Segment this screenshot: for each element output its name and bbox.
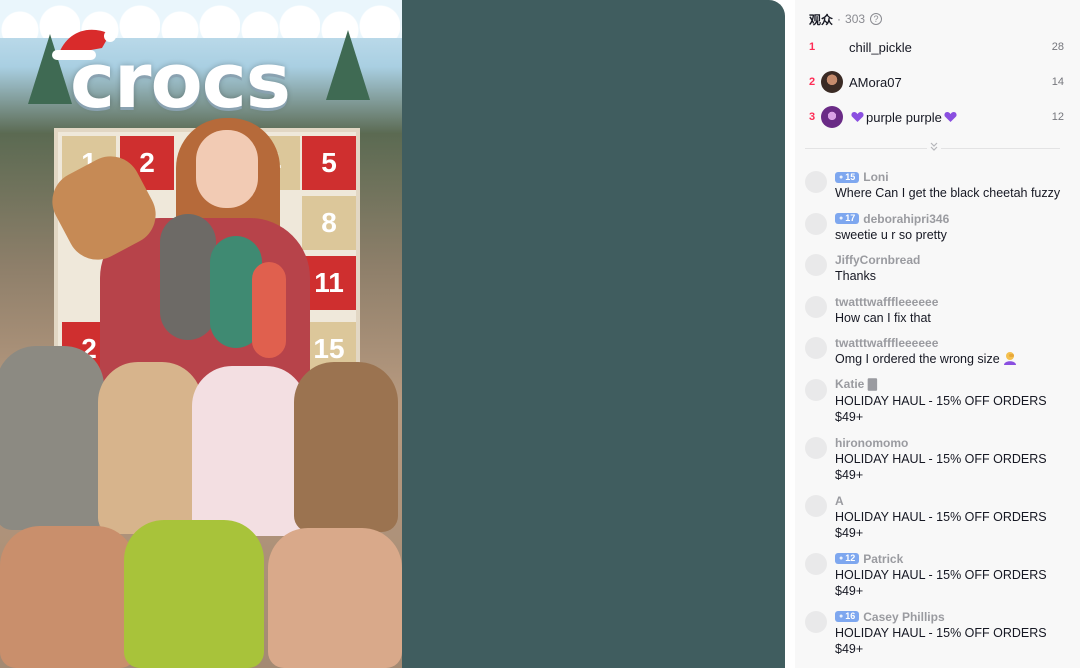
streamer-face [196, 130, 258, 208]
chat-text: sweetie u r so pretty [835, 227, 947, 242]
chat-message[interactable]: hironomomo HOLIDAY HAUL - 15% OFF ORDERS… [805, 436, 1070, 484]
rank-number: 3 [809, 111, 816, 123]
chat-username[interactable]: A [835, 494, 844, 508]
slipper-gray [160, 214, 216, 340]
person-facepalm-emoji [1004, 352, 1017, 365]
chat-message[interactable]: A HOLIDAY HAUL - 15% OFF ORDERS $49+ [805, 494, 1070, 542]
side-panel: 观众 · 303 ? 1 chill_pickle 28 2 AMora07 1… [795, 0, 1080, 668]
chat-text: How can I fix that [835, 310, 931, 325]
avatar[interactable] [821, 106, 843, 128]
level-badge: ● 15 [835, 171, 860, 183]
avatar[interactable] [805, 171, 827, 193]
avatar[interactable] [805, 552, 827, 575]
chat-text: HOLIDAY HAUL - 15% OFF ORDERS $49+ [835, 451, 1047, 483]
viewer-title: 观众 [809, 12, 834, 27]
clog-tan-fuzzy [98, 362, 202, 534]
gifter-name: AMora07 [849, 74, 902, 90]
gifter-score: 28 [1051, 41, 1064, 53]
chat-username[interactable]: twatttwafffleeeeee [835, 336, 938, 350]
chat-message[interactable]: twatttwafffleeeeee How can I fix that [805, 295, 1070, 327]
rank-number: 2 [809, 76, 816, 88]
avatar[interactable] [821, 71, 843, 93]
gifter-score: 12 [1051, 111, 1064, 123]
fan-level-icon: ● [839, 613, 844, 620]
fan-level-icon: ● [839, 215, 844, 222]
chat-message[interactable]: ● 17 deborahipri346 sweetie u r so pretty [805, 212, 1070, 244]
live-video[interactable]: 1 2 4 5 8 11 2 15 [0, 0, 402, 668]
chat-list: ● 15 Loni Where Can I get the black cheet… [805, 170, 1070, 668]
gifter-name-wrap: purple purple [849, 110, 1052, 125]
top-gifter-row[interactable]: 2 AMora07 14 [809, 68, 1064, 96]
chat-username[interactable]: hironomomo [835, 436, 908, 450]
avatar[interactable] [821, 36, 843, 58]
live-stage[interactable]: 1 2 4 5 8 11 2 15 [0, 0, 785, 668]
advent-box: 8 [302, 196, 356, 250]
avatar[interactable] [805, 610, 827, 633]
avatar[interactable] [805, 254, 827, 276]
top-gifter-row[interactable]: 3 purple purple 12 [809, 103, 1064, 131]
chat-message[interactable]: ● 16 Casey Phillips HOLIDAY HAUL - 15% OF… [805, 610, 1070, 658]
chat-text: HOLIDAY HAUL - 15% OFF ORDERS $49+ [835, 509, 1047, 541]
brand-logo: crocs [70, 36, 291, 125]
viewer-count: 303 [845, 12, 866, 26]
level-badge: ● 17 [835, 213, 860, 224]
clog-pink-fuzzy [192, 366, 306, 536]
chat-message[interactable]: twatttwafffleeeeee Omg I ordered the wro… [805, 336, 1070, 368]
slipper-coral [252, 262, 286, 358]
gifter-score: 14 [1051, 76, 1064, 88]
viewer-header: 观众 · 303 ? [809, 11, 883, 27]
chat-text: Thanks [835, 269, 876, 283]
gifter-name: purple purple [866, 109, 942, 125]
chat-username[interactable]: Loni [863, 170, 888, 184]
clog-gray-fuzzy [0, 346, 104, 530]
chat-text: HOLIDAY HAUL - 15% OFF ORDERS $49+ [835, 393, 1047, 425]
question-circle-icon[interactable]: ? [870, 13, 883, 25]
chat-username[interactable]: twatttwafffleeeeee [835, 295, 938, 309]
chat-text: HOLIDAY HAUL - 15% OFF ORDERS $49+ [835, 567, 1047, 599]
chat-username[interactable]: Katie 🀫 [835, 377, 877, 392]
chat-text: HOLIDAY HAUL - 15% OFF ORDERS $49+ [835, 625, 1047, 657]
rank-number: 1 [809, 41, 816, 53]
fan-level-icon: ● [839, 555, 844, 562]
live-stream-page: 1 2 4 5 8 11 2 15 [0, 0, 1080, 668]
chat-message[interactable]: JiffyCornbread Thanks [805, 253, 1070, 285]
advent-box: 11 [302, 256, 356, 310]
chat-message[interactable]: Katie 🀫 HOLIDAY HAUL - 15% OFF ORDERS $4… [805, 377, 1070, 426]
tree-decoration [326, 30, 370, 100]
chat-username[interactable]: JiffyCornbread [835, 253, 920, 267]
avatar[interactable] [805, 436, 827, 459]
avatar[interactable] [805, 378, 827, 401]
avatar[interactable] [805, 337, 827, 359]
level-badge: ● 12 [835, 553, 860, 564]
clog-leopard-fuzzy [294, 362, 398, 532]
chat-username[interactable]: Casey Phillips [863, 610, 944, 624]
chat-text: Where Can I get the black cheetah fuzzy [835, 186, 1061, 200]
avatar[interactable] [805, 212, 827, 235]
purple-heart-icon [944, 111, 957, 123]
fan-level-icon: ● [839, 173, 844, 181]
clog-mocha [0, 526, 136, 668]
clog-grinch [124, 520, 264, 668]
top-gifter-row[interactable]: 1 chill_pickle 28 [809, 33, 1064, 61]
avatar[interactable] [805, 494, 827, 517]
chat-username[interactable]: Patrick [863, 552, 903, 566]
avatar[interactable] [805, 295, 827, 318]
gifter-name: chill_pickle [849, 39, 912, 55]
chat-message[interactable]: ● 15 Loni Where Can I get the black cheet… [805, 170, 1070, 202]
clog-pink-charms [268, 528, 402, 668]
chat-text: Omg I ordered the wrong size [835, 351, 1067, 368]
advent-box: 5 [302, 136, 356, 190]
chat-message[interactable]: ● 12 Patrick HOLIDAY HAUL - 15% OFF ORDER… [805, 552, 1070, 600]
chevron-double-down-icon[interactable] [927, 141, 941, 153]
separator-dot: · [837, 12, 842, 26]
level-badge: ● 16 [835, 611, 860, 622]
chat-username[interactable]: deborahipri346 [863, 212, 949, 226]
purple-heart-icon [851, 111, 864, 123]
